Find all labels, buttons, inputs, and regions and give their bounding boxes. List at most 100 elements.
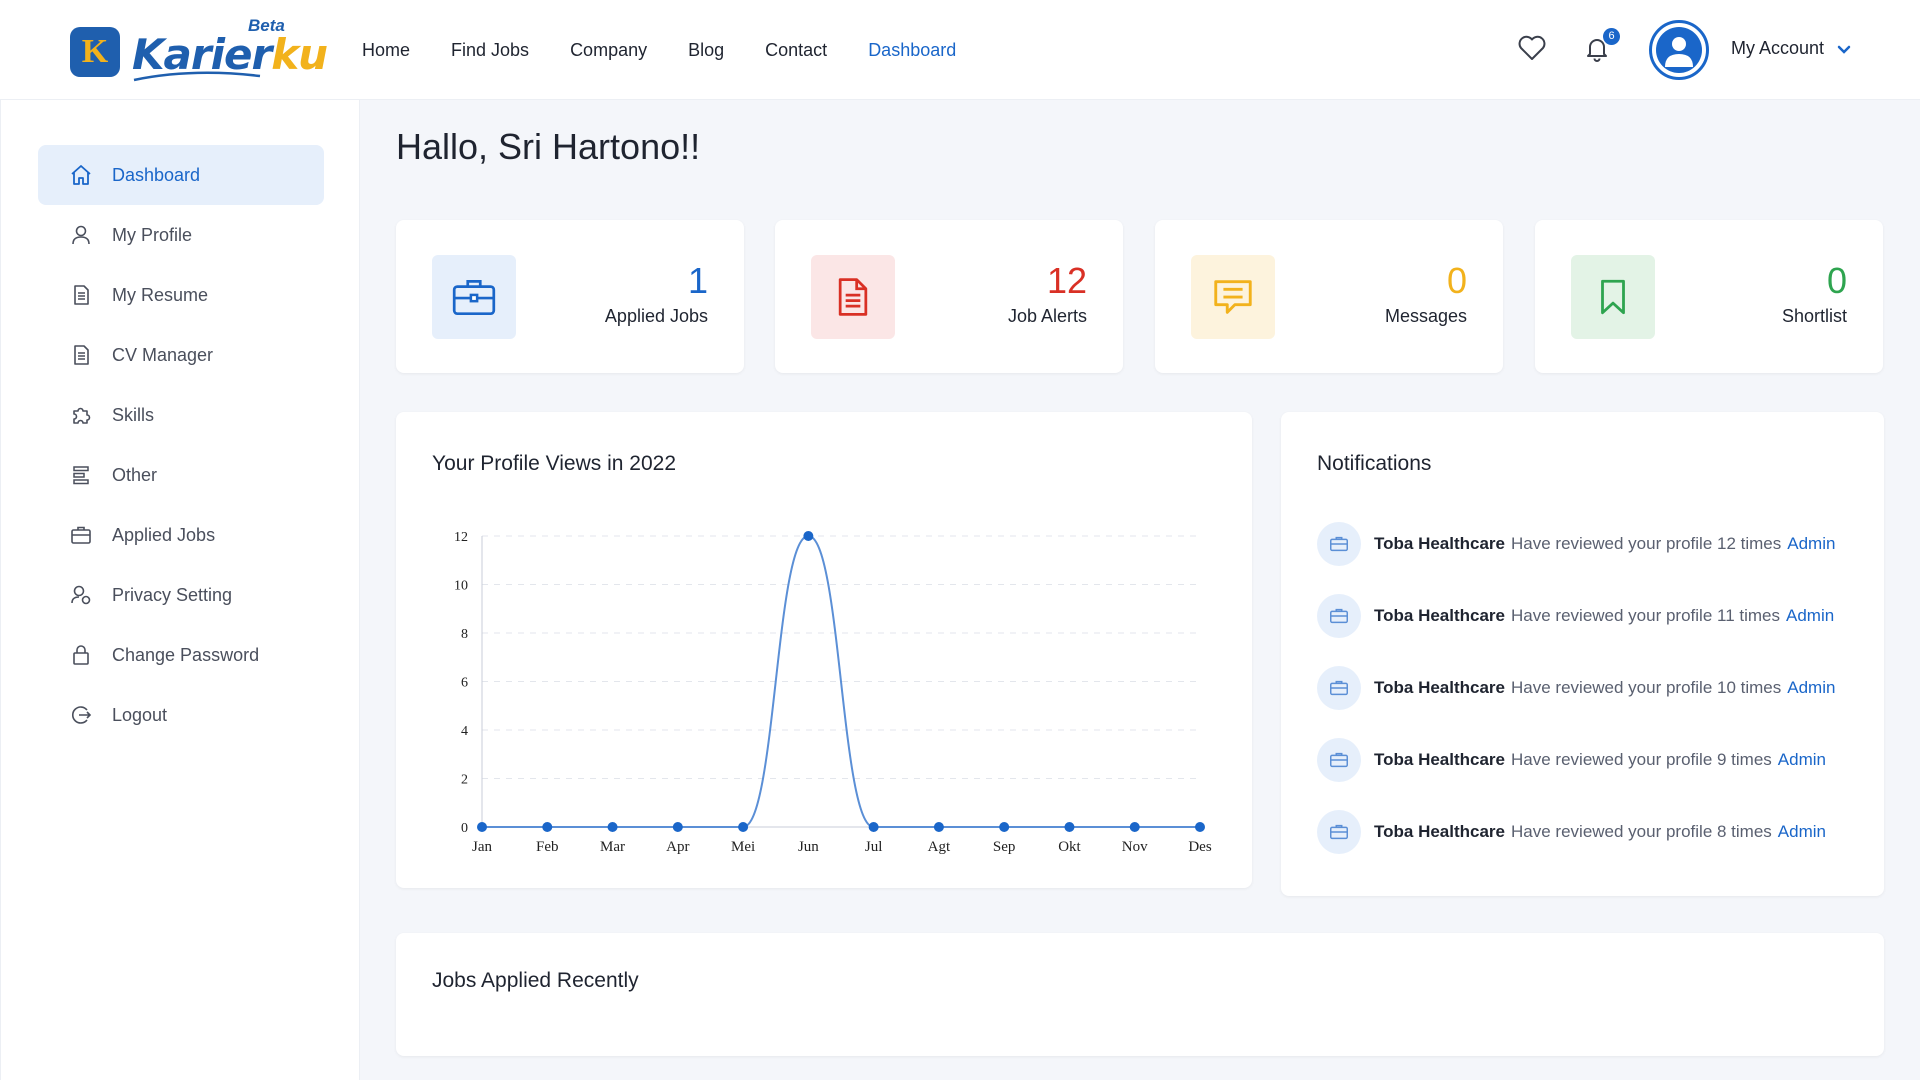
y-tick-label: 4 <box>461 724 468 739</box>
x-tick-label: Des <box>1188 839 1211 855</box>
beta-badge: Beta <box>248 16 285 35</box>
x-tick-label: Apr <box>666 839 689 855</box>
data-point <box>933 822 944 832</box>
sidebar-item-dashboard[interactable]: Dashboard <box>38 145 324 205</box>
stat-card-messages[interactable]: 0 Messages <box>1155 220 1503 373</box>
top-header: K Karierku Beta Home Find Jobs Company B… <box>0 0 1920 100</box>
stat-label: Applied Jobs <box>604 306 708 326</box>
sidebar-item-my-resume[interactable]: My Resume <box>38 265 324 325</box>
heart-icon[interactable] <box>1516 32 1548 64</box>
document-icon <box>68 282 94 308</box>
notification-item[interactable]: Toba Healthcare Have reviewed your profi… <box>1317 594 1834 638</box>
x-tick-label: Agt <box>928 839 951 855</box>
message-icon <box>1191 255 1275 339</box>
x-tick-label: Mei <box>731 839 755 855</box>
sidebar-item-logout[interactable]: Logout <box>38 685 324 745</box>
page-title: Hallo, Sri Hartono!! <box>396 126 701 167</box>
document-icon <box>68 342 94 368</box>
notification-message: Have reviewed your profile 11 times <box>1511 606 1780 625</box>
notification-message: Have reviewed your profile 10 times <box>1511 678 1782 697</box>
data-point <box>999 822 1010 832</box>
notification-admin-link[interactable]: Admin <box>1778 750 1826 770</box>
sidebar-item-cv-manager[interactable]: CV Manager <box>38 325 324 385</box>
notification-message: Have reviewed your profile 8 times <box>1511 822 1772 841</box>
notification-admin-link[interactable]: Admin <box>1778 822 1826 842</box>
logo-swoosh <box>133 71 261 82</box>
briefcase-icon <box>68 522 94 548</box>
logout-icon <box>68 702 94 728</box>
notification-item[interactable]: Toba Healthcare Have reviewed your profi… <box>1317 738 1826 782</box>
nav-blog[interactable]: Blog <box>688 40 724 61</box>
nav-contact[interactable]: Contact <box>765 40 827 61</box>
stat-value: 12 <box>1046 260 1087 301</box>
notification-admin-link[interactable]: Admin <box>1787 678 1835 698</box>
briefcase-icon <box>1317 810 1361 854</box>
notification-company: Toba Healthcare <box>1374 606 1506 625</box>
y-tick-label: 8 <box>461 627 468 642</box>
y-tick-label: 12 <box>454 530 468 545</box>
stat-card-shortlist[interactable]: 0 Shortlist <box>1535 220 1883 373</box>
data-point <box>1064 822 1075 832</box>
data-point <box>803 531 814 541</box>
nav-dashboard[interactable]: Dashboard <box>868 40 956 61</box>
list-icon <box>68 462 94 488</box>
nav-find-jobs[interactable]: Find Jobs <box>451 40 529 61</box>
x-tick-label: Feb <box>536 839 559 855</box>
sidebar-item-skills[interactable]: Skills <box>38 385 324 445</box>
x-tick-label: Jan <box>472 839 492 855</box>
y-tick-label: 0 <box>461 821 468 836</box>
home-icon <box>68 162 94 188</box>
chevron-down-icon[interactable] <box>1836 42 1852 58</box>
stat-label: Job Alerts <box>1007 306 1087 326</box>
sidebar-item-label: Dashboard <box>112 164 201 185</box>
notification-company: Toba Healthcare <box>1374 822 1506 841</box>
notification-admin-link[interactable]: Admin <box>1787 534 1835 554</box>
sidebar-item-change-password[interactable]: Change Password <box>38 625 324 685</box>
user-avatar-icon <box>1665 37 1693 67</box>
lock-icon <box>68 642 94 668</box>
notification-count-badge: 6 <box>1603 28 1620 45</box>
x-tick-label: Nov <box>1122 839 1148 855</box>
stat-card-job-alerts[interactable]: 12 Job Alerts <box>775 220 1123 373</box>
recent-jobs-card: Jobs Applied Recently <box>396 933 1884 1056</box>
sidebar-item-applied-jobs[interactable]: Applied Jobs <box>38 505 324 565</box>
data-point <box>738 822 749 832</box>
x-tick-label: Jul <box>865 839 883 855</box>
notification-company: Toba Healthcare <box>1374 678 1506 697</box>
y-tick-label: 2 <box>461 773 468 788</box>
profile-views-chart: 0 2 4 6 8 10 12 Jan Feb Mar Apr Mei Jun Jul Agt Sep Okt N… <box>454 530 1212 855</box>
recent-jobs-title: Jobs Applied Recently <box>432 969 639 992</box>
sidebar-item-label: Applied Jobs <box>112 524 216 545</box>
nav-home[interactable]: Home <box>362 40 410 61</box>
sidebar-item-label: Change Password <box>112 644 260 665</box>
notification-message: Have reviewed your profile 12 times <box>1511 534 1782 553</box>
notification-item[interactable]: Toba Healthcare Have reviewed your profi… <box>1317 522 1835 566</box>
my-account-menu[interactable]: My Account <box>1731 38 1824 59</box>
notifications-card: Notifications Toba Healthcare Have revie… <box>1281 412 1884 896</box>
notifications-title: Notifications <box>1317 452 1432 475</box>
stat-value: 1 <box>687 260 708 301</box>
x-tick-label: Mar <box>600 839 625 855</box>
brand-logo[interactable]: K Karierku Beta <box>70 16 328 82</box>
sidebar-item-label: Logout <box>112 704 168 725</box>
notification-company: Toba Healthcare <box>1374 534 1506 553</box>
data-point <box>1195 822 1205 832</box>
nav-company[interactable]: Company <box>570 40 647 61</box>
sidebar-item-label: Other <box>112 464 158 485</box>
data-point <box>672 822 683 832</box>
sidebar-item-privacy-setting[interactable]: Privacy Setting <box>38 565 324 625</box>
notification-admin-link[interactable]: Admin <box>1786 606 1834 626</box>
stat-card-applied-jobs[interactable]: 1 Applied Jobs <box>396 220 744 373</box>
sidebar-item-other[interactable]: Other <box>38 445 324 505</box>
stat-value: 0 <box>1446 260 1467 301</box>
notification-item[interactable]: Toba Healthcare Have reviewed your profi… <box>1317 666 1835 710</box>
notification-item[interactable]: Toba Healthcare Have reviewed your profi… <box>1317 810 1826 854</box>
puzzle-icon <box>68 402 94 428</box>
avatar[interactable] <box>1649 20 1709 80</box>
sidebar-item-label: My Profile <box>112 224 193 245</box>
notification-company: Toba Healthcare <box>1374 750 1506 769</box>
data-point <box>477 822 487 832</box>
stat-label: Shortlist <box>1781 306 1847 326</box>
bookmark-icon <box>1571 255 1655 339</box>
sidebar-item-my-profile[interactable]: My Profile <box>38 205 324 265</box>
